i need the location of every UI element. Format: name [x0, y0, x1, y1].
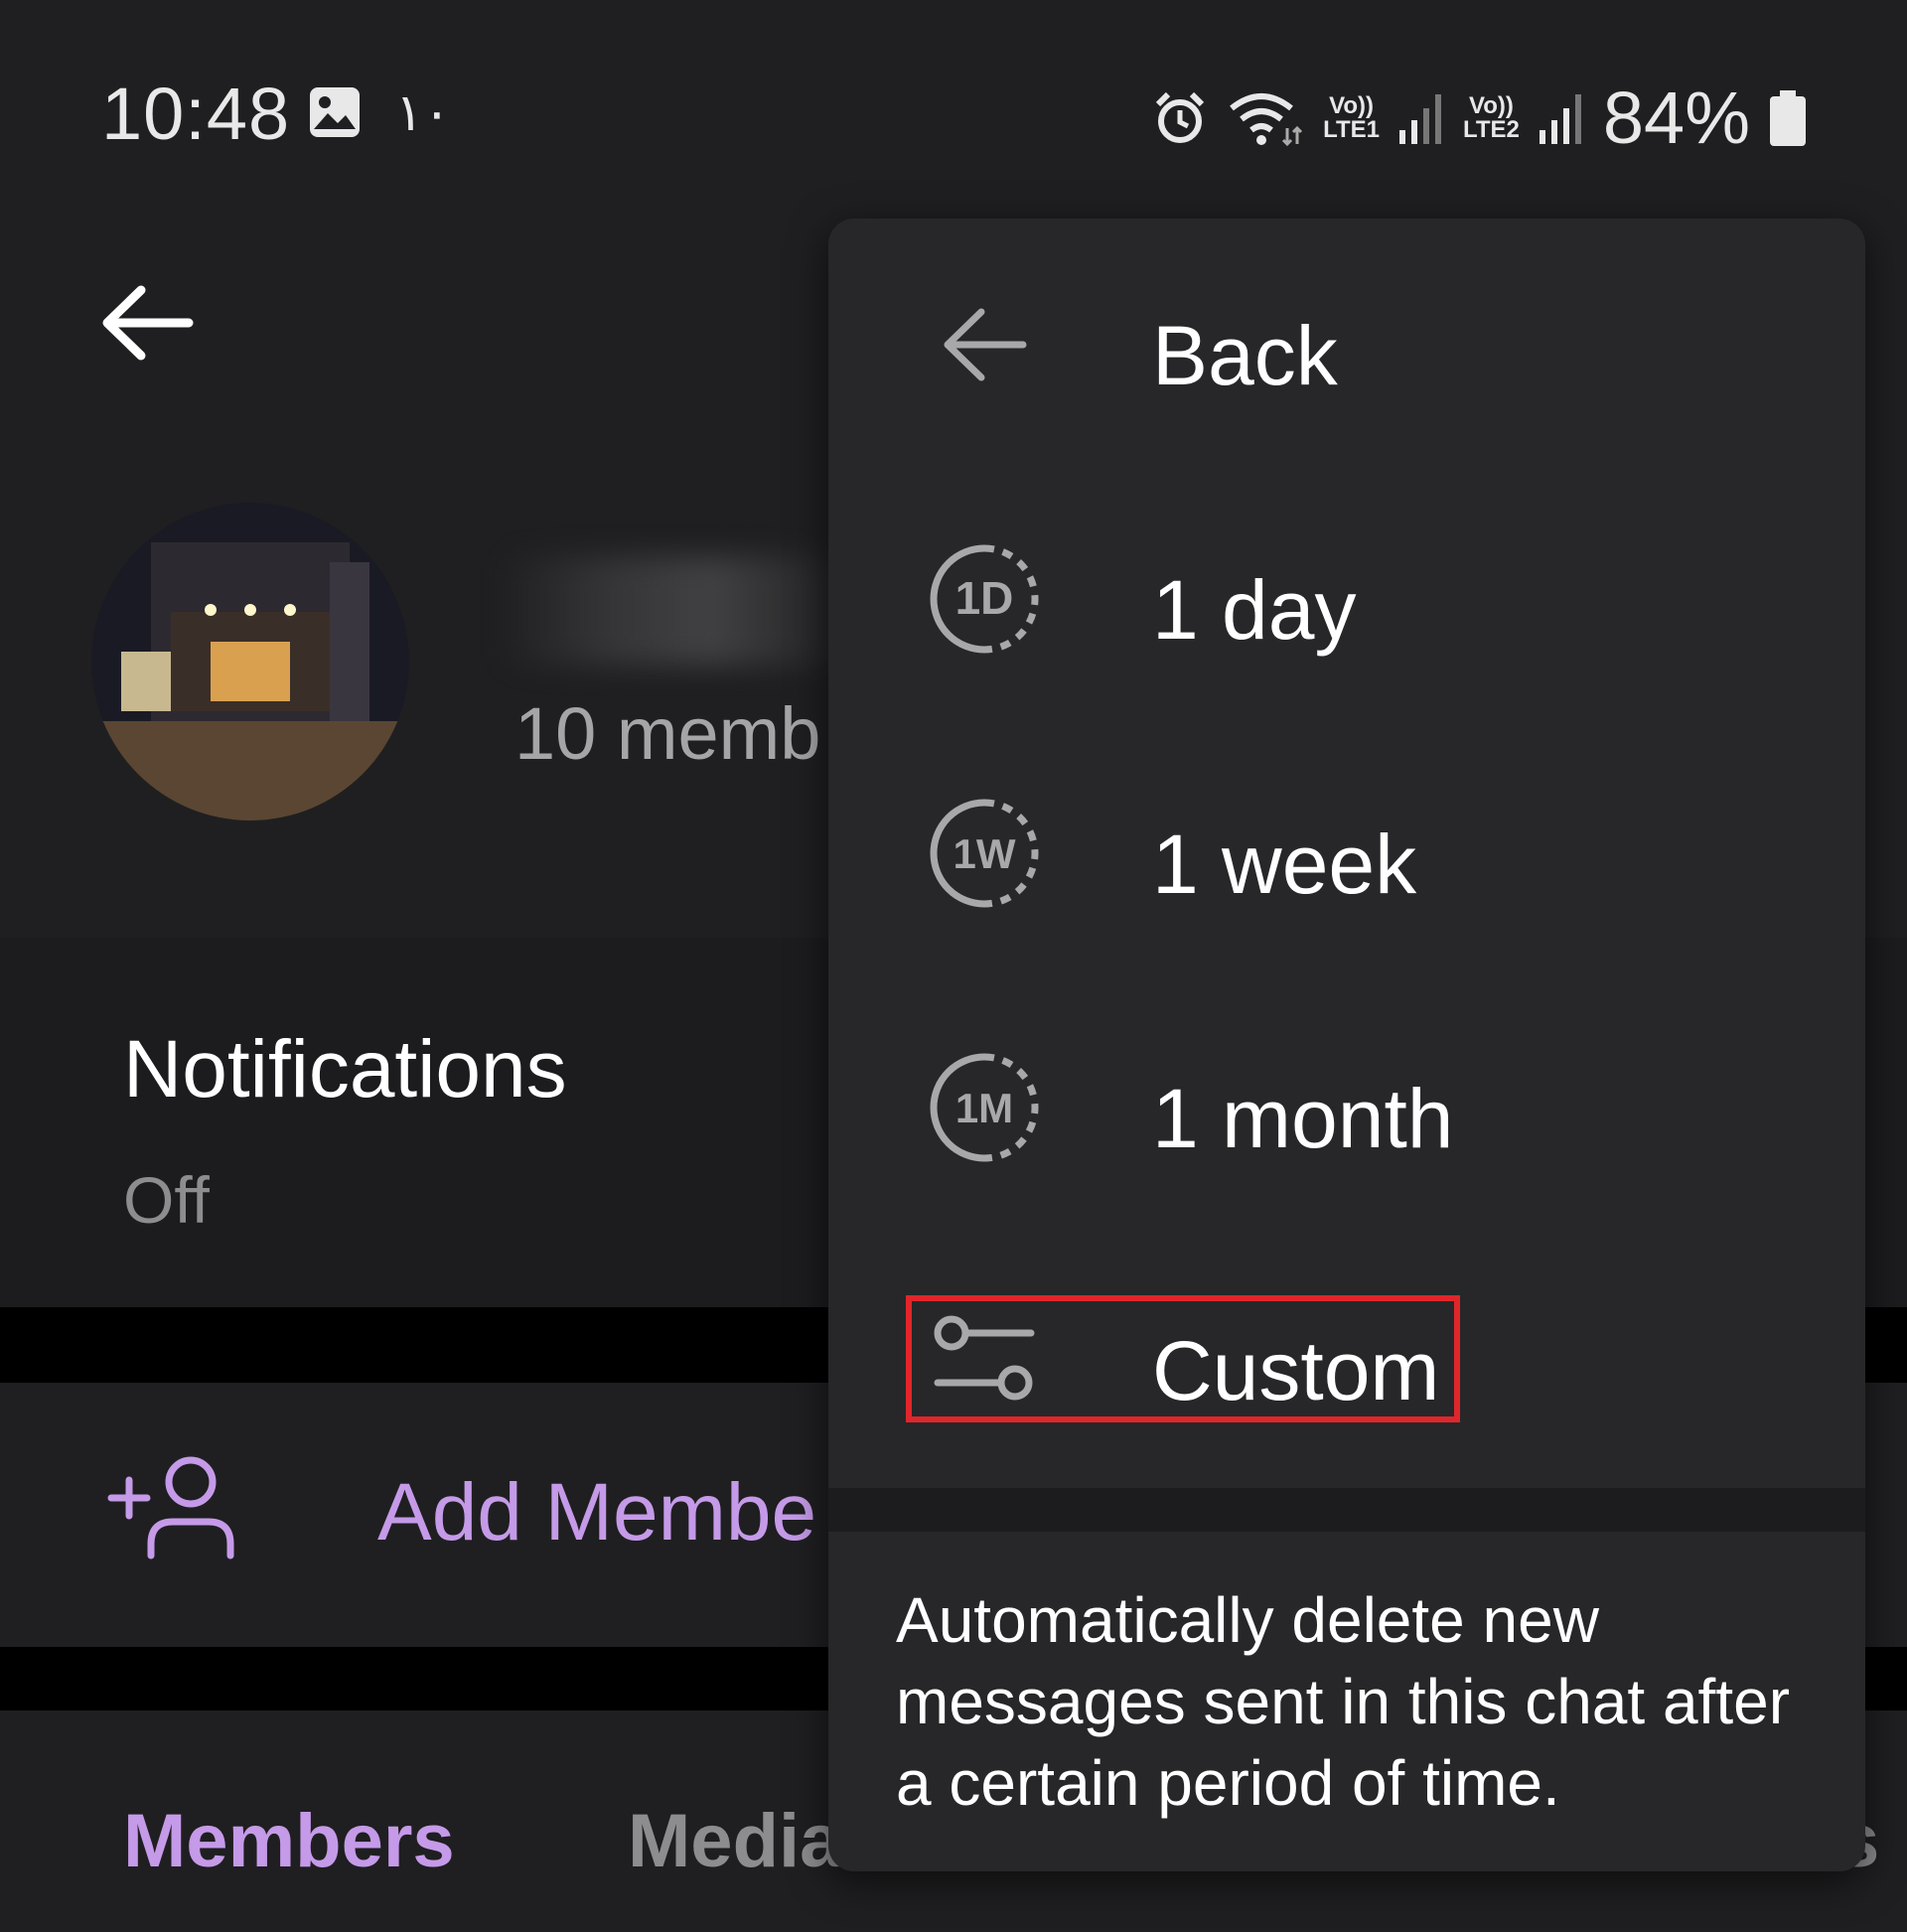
notifications-title: Notifications	[123, 1024, 567, 1115]
back-arrow-icon[interactable]	[97, 278, 197, 368]
auto-delete-description: Automatically delete new messages sent i…	[896, 1584, 1790, 1819]
svg-text:1D: 1D	[955, 572, 1014, 624]
svg-text:1M: 1M	[955, 1085, 1013, 1131]
menu-divider	[828, 1488, 1865, 1532]
back-arrow-icon	[944, 308, 1027, 381]
gallery-icon	[310, 87, 360, 137]
tab-media[interactable]: Media	[628, 1798, 841, 1884]
sim1-label: Vo)) LTE1	[1323, 91, 1380, 143]
menu-label-1-day: 1 day	[1152, 563, 1357, 657]
avatar-image	[91, 503, 409, 820]
group-name-blurred	[497, 556, 854, 666]
signal-1-icon	[1398, 93, 1441, 144]
menu-item-1-day[interactable]: 1D 1 day	[828, 473, 1865, 727]
signal-2-icon	[1539, 93, 1581, 144]
battery-icon	[1770, 89, 1806, 146]
menu-label-back: Back	[1152, 309, 1338, 402]
wifi-icon	[1230, 92, 1303, 146]
svg-text:1W: 1W	[954, 830, 1016, 877]
status-extra-indicator: ١٠	[395, 84, 451, 142]
menu-label-1-week: 1 week	[1152, 817, 1417, 911]
add-person-icon	[107, 1456, 234, 1560]
battery-percent: 84%	[1602, 76, 1750, 159]
timer-1d-icon: 1D	[930, 544, 1039, 654]
menu-item-back[interactable]: Back	[828, 219, 1865, 473]
notifications-status: Off	[123, 1163, 210, 1237]
menu-label-1-month: 1 month	[1152, 1072, 1454, 1165]
auto-delete-menu: Back 1D 1 day 1W 1 week 1M 1 month Custo…	[828, 219, 1865, 1871]
members-count: 10 memb	[514, 692, 821, 775]
status-icons: Vo)) LTE1 Vo)) LTE2 84%	[1150, 75, 1808, 160]
status-time: 10:48	[101, 73, 291, 155]
sim2-label: Vo)) LTE2	[1462, 91, 1520, 143]
alarm-icon	[1155, 91, 1205, 143]
menu-item-1-week[interactable]: 1W 1 week	[828, 727, 1865, 981]
menu-item-1-month[interactable]: 1M 1 month	[828, 981, 1865, 1236]
timer-1m-icon: 1M	[930, 1053, 1039, 1162]
add-member-label: Add Membe	[377, 1467, 817, 1558]
custom-highlight-box	[906, 1295, 1460, 1422]
group-avatar[interactable]	[91, 503, 409, 820]
tab-members[interactable]: Members	[123, 1798, 455, 1884]
timer-1w-icon: 1W	[930, 799, 1039, 908]
